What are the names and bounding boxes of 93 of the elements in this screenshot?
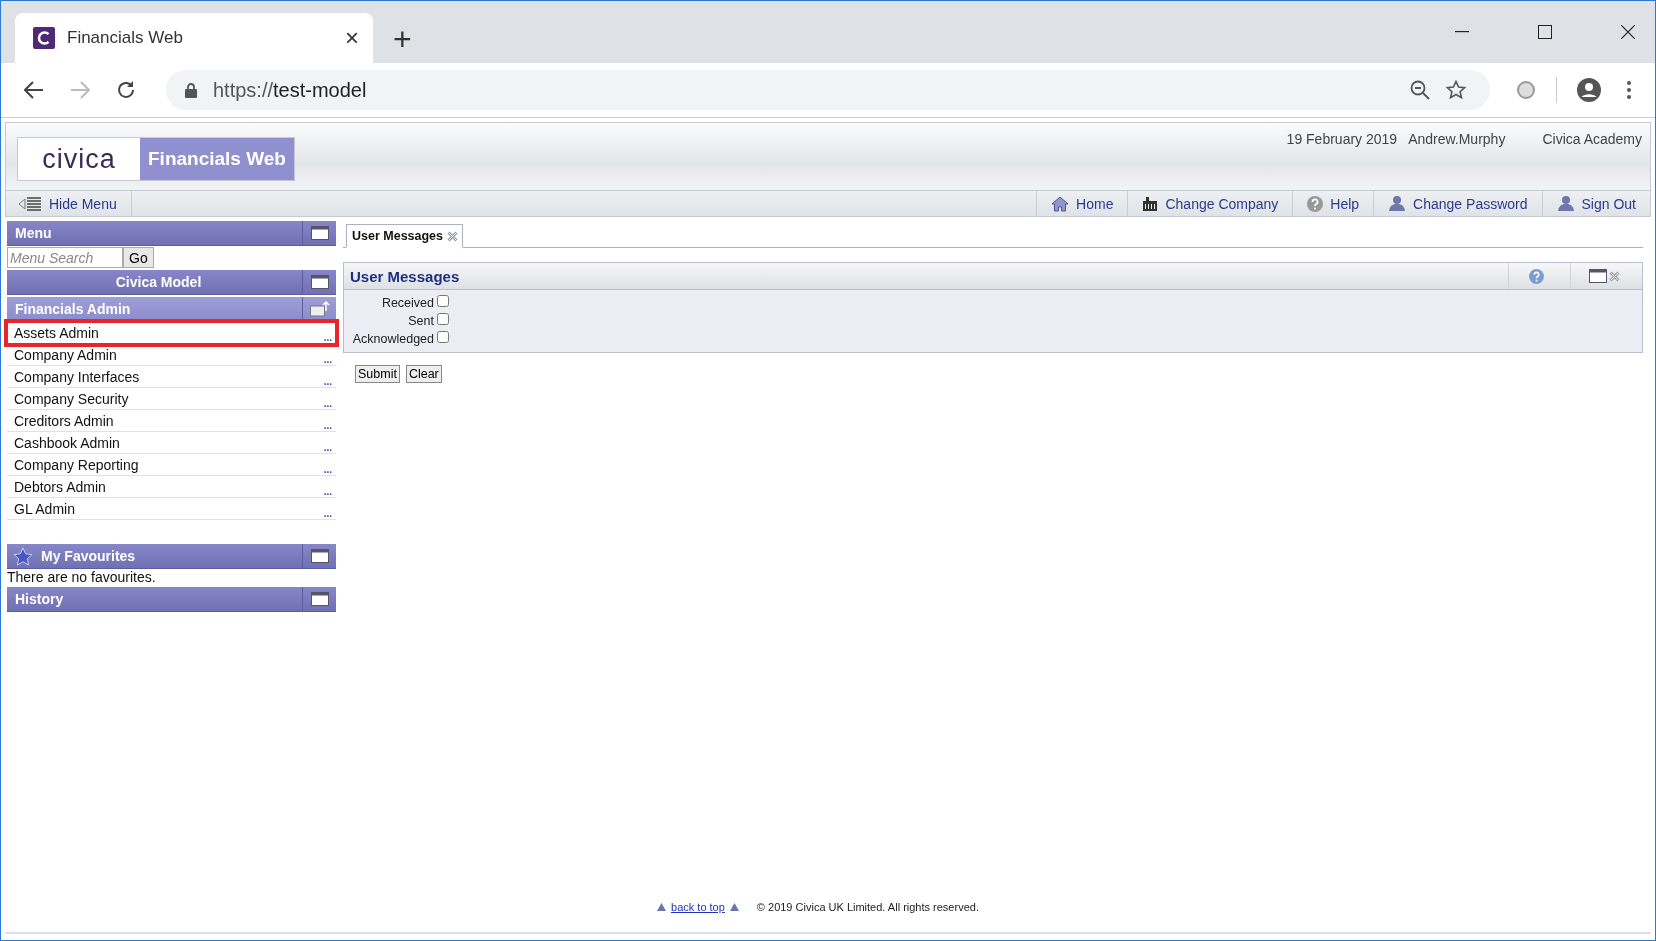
more-link[interactable]: ... (323, 464, 332, 475)
menu-search-field[interactable]: Menu Search (7, 247, 123, 268)
more-link[interactable]: ... (323, 354, 332, 365)
menu-item[interactable]: Company Admin ... (7, 344, 336, 366)
tab-title: Financials Web (67, 28, 184, 48)
building-icon (1142, 195, 1159, 212)
menu-item-label: Cashbook Admin (14, 434, 121, 451)
menu-item[interactable]: Assets Admin ... (7, 322, 336, 344)
menu-item[interactable]: Debtors Admin ... (7, 476, 336, 498)
panel-title: User Messages (349, 267, 460, 285)
copyright-text: © 2019 Civica UK Limited. All rights reserved. (756, 901, 979, 913)
up-arrow-icon (657, 903, 667, 911)
user-icon (1556, 195, 1575, 212)
company-name: Civica Academy (1542, 131, 1642, 149)
menu-item[interactable]: Company Security ... (7, 388, 336, 410)
reload-icon[interactable] (116, 80, 136, 100)
panel-title: My Favourites (40, 548, 137, 564)
panel-title: History (14, 591, 65, 607)
maximize-icon[interactable] (1538, 25, 1552, 39)
hide-menu-icon (18, 196, 42, 211)
help-icon[interactable] (1529, 268, 1544, 284)
hide-menu-button[interactable]: Hide Menu (6, 191, 132, 216)
back-to-top-link[interactable]: back to top (671, 901, 725, 913)
toolbar-link[interactable]: Change Company (1127, 191, 1293, 216)
help-icon (1307, 195, 1324, 212)
close-tab-button[interactable]: × (345, 26, 359, 50)
window-icon[interactable] (310, 226, 329, 240)
filter-checkbox[interactable] (437, 313, 449, 325)
filter-checkbox[interactable] (437, 295, 449, 307)
filter-checkbox[interactable] (437, 331, 449, 343)
menu-item[interactable]: Company Interfaces ... (7, 366, 336, 388)
extension-icon[interactable] (1516, 80, 1536, 100)
zoom-out-icon[interactable] (1410, 80, 1430, 100)
menu-item[interactable]: GL Admin ... (7, 498, 336, 520)
go-button[interactable]: Go (123, 247, 154, 268)
menu-item-label: Assets Admin (14, 324, 100, 341)
filter-label: Sent (408, 314, 434, 328)
panel-title: Civica Model (114, 274, 203, 290)
close-icon[interactable] (1621, 25, 1635, 39)
browser-tab[interactable]: Financials Web × (15, 13, 373, 63)
toolbar-link[interactable]: Help (1292, 191, 1374, 216)
more-link[interactable]: ... (323, 376, 332, 387)
account-icon[interactable] (1577, 78, 1601, 102)
window-icon[interactable] (1589, 269, 1607, 283)
user-name: Andrew.Murphy (1408, 131, 1506, 149)
user-icon (1388, 195, 1407, 212)
back-icon[interactable] (24, 81, 44, 99)
more-link[interactable]: ... (323, 442, 332, 453)
more-link[interactable]: ... (323, 420, 332, 431)
star-icon[interactable] (1446, 80, 1466, 100)
window-icon[interactable] (310, 592, 329, 606)
form-button[interactable]: Submit (355, 365, 400, 383)
current-date: 19 February 2019 (1286, 131, 1398, 149)
company-logo: civica (18, 138, 140, 180)
menu-item-label: Company Security (14, 390, 130, 407)
toolbar-link[interactable]: Change Password (1373, 191, 1542, 216)
content-tab[interactable]: User Messages (346, 224, 464, 248)
menu-item[interactable]: Company Reporting ... (7, 454, 336, 476)
tab-label: User Messages (352, 229, 444, 243)
menu-item[interactable]: Cashbook Admin ... (7, 432, 336, 454)
toolbar-link[interactable]: Sign Out (1541, 191, 1650, 216)
app-logo-icon (33, 27, 55, 49)
window-icon[interactable] (310, 549, 329, 563)
menu-item-label: Company Interfaces (14, 368, 141, 385)
url-text: https://test-model (213, 78, 367, 102)
product-name: Financials Web (140, 138, 294, 180)
window-icon[interactable] (310, 275, 329, 289)
up-arrow-icon (729, 903, 739, 911)
new-tab-button[interactable]: + (393, 23, 412, 55)
form-button[interactable]: Clear (405, 365, 442, 383)
star-icon (13, 546, 33, 566)
home-icon (1051, 195, 1070, 212)
menu-item-label: Creditors Admin (14, 412, 115, 429)
folder-up-icon[interactable] (309, 301, 330, 317)
panel-title: Financials Admin (14, 301, 132, 317)
filter-label: Received (381, 296, 434, 310)
more-link[interactable]: ... (323, 486, 332, 497)
menu-item-label: Company Reporting (14, 456, 140, 473)
filter-label: Acknowledged (352, 332, 434, 346)
lock-icon (185, 82, 197, 98)
menu-item-label: Debtors Admin (14, 478, 107, 495)
more-link[interactable]: ... (323, 508, 332, 519)
menu-icon[interactable] (1627, 81, 1631, 99)
menu-item[interactable]: Creditors Admin ... (7, 410, 336, 432)
empty-message: There are no favourites. (7, 569, 157, 585)
menu-item-label: Company Admin (14, 346, 118, 363)
more-link[interactable]: ... (323, 398, 332, 409)
toolbar-link[interactable]: Home (1036, 191, 1128, 216)
menu-item-label: GL Admin (14, 500, 76, 517)
more-link[interactable]: ... (323, 332, 332, 343)
minimize-icon[interactable] (1455, 31, 1469, 33)
address-bar[interactable]: https://test-model (166, 70, 1490, 110)
panel-title: Menu (14, 225, 53, 241)
